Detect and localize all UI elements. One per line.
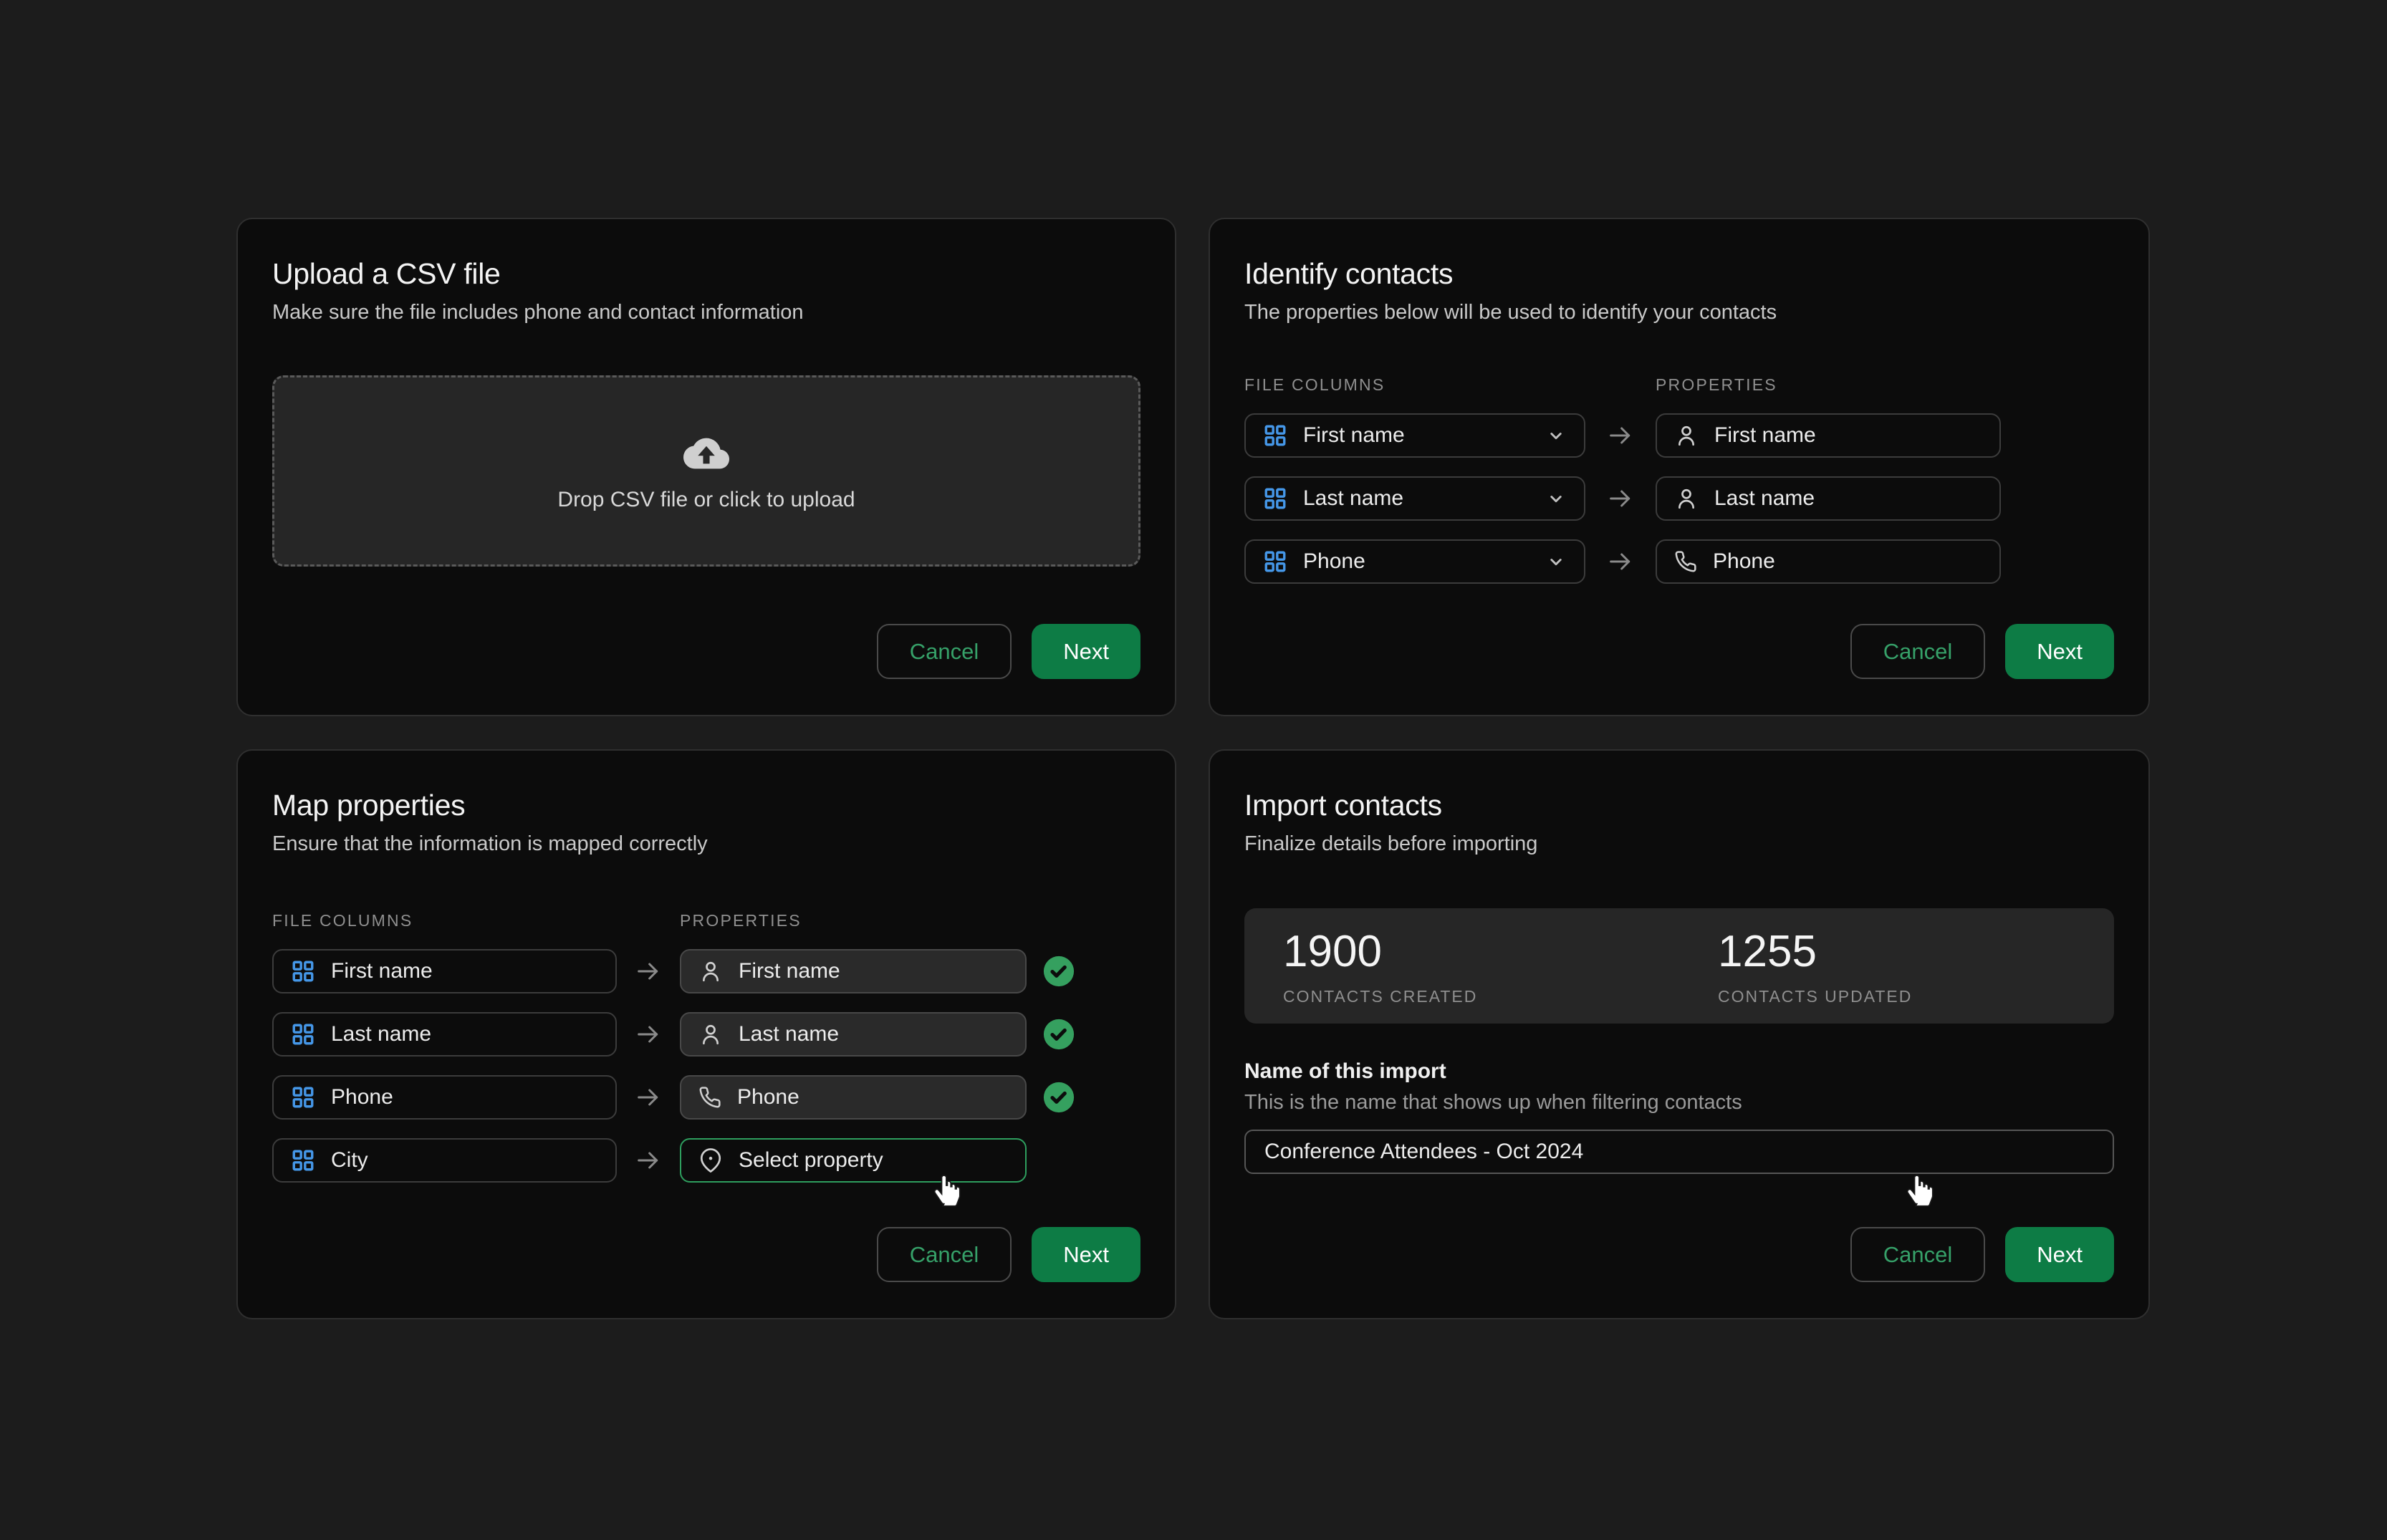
property-label: Phone <box>737 1085 799 1110</box>
file-column-field[interactable]: Phone <box>272 1075 617 1120</box>
stat-value: 1900 <box>1283 928 1679 976</box>
arrow-right-icon <box>1585 547 1656 576</box>
file-column-field[interactable]: First name <box>272 949 617 993</box>
check-circle-icon <box>1027 1081 1091 1114</box>
location-pin-icon <box>698 1148 723 1173</box>
arrow-right-icon <box>1585 484 1656 513</box>
file-column-label: City <box>331 1148 368 1173</box>
property-label: First name <box>739 959 840 983</box>
property-label: Phone <box>1713 549 1775 574</box>
cancel-button[interactable]: Cancel <box>877 1227 1012 1282</box>
page-title: Identify contacts <box>1244 256 2114 291</box>
import-name-input[interactable] <box>1244 1130 2114 1174</box>
import-name-help: This is the name that shows up when filt… <box>1244 1089 2114 1115</box>
person-icon <box>1674 423 1699 448</box>
file-column-select[interactable]: First name <box>1244 413 1585 458</box>
arrow-right-icon <box>617 1083 680 1112</box>
import-contacts-card: Import contacts Finalize details before … <box>1209 749 2150 1319</box>
map-properties-card: Map properties Ensure that the informati… <box>236 749 1176 1319</box>
chevron-down-icon <box>1545 551 1567 572</box>
cloud-upload-icon <box>683 430 730 471</box>
file-columns-header: FILE COLUMNS <box>272 911 617 930</box>
grid-icon <box>1263 423 1287 448</box>
next-button[interactable]: Next <box>1032 1227 1140 1282</box>
card-subtitle: Ensure that the information is mapped co… <box>272 831 1140 857</box>
import-contacts-flow-screen: Upload a CSV file Make sure the file inc… <box>0 0 2387 1540</box>
csv-dropzone[interactable]: Drop CSV file or click to upload <box>272 375 1140 567</box>
card-subtitle: Make sure the file includes phone and co… <box>272 299 1140 325</box>
upload-csv-card: Upload a CSV file Make sure the file inc… <box>236 218 1176 716</box>
card-subtitle: The properties below will be used to ide… <box>1244 299 2114 325</box>
chevron-down-icon <box>1545 425 1567 446</box>
phone-icon <box>698 1086 721 1109</box>
identify-contacts-card: Identify contacts The properties below w… <box>1209 218 2150 716</box>
next-button[interactable]: Next <box>1032 624 1140 679</box>
page-title: Upload a CSV file <box>272 256 1140 291</box>
file-column-label: Last name <box>331 1022 431 1046</box>
property-field[interactable]: Last name <box>1656 476 2001 521</box>
property-field[interactable]: First name <box>1656 413 2001 458</box>
file-column-select[interactable]: Last name <box>1244 476 1585 521</box>
next-button[interactable]: Next <box>2005 1227 2114 1282</box>
card-subtitle: Finalize details before importing <box>1244 831 2114 857</box>
property-label: First name <box>1714 423 1816 448</box>
arrow-right-icon <box>617 1146 680 1175</box>
cancel-button[interactable]: Cancel <box>1850 624 1986 679</box>
next-button[interactable]: Next <box>2005 624 2114 679</box>
page-title: Import contacts <box>1244 788 2114 822</box>
dropzone-label: Drop CSV file or click to upload <box>557 488 855 512</box>
file-column-label: Last name <box>1303 486 1403 511</box>
stat-contacts-created: 1900 CONTACTS CREATED <box>1244 908 1679 1006</box>
property-field[interactable]: First name <box>680 949 1027 993</box>
file-column-select[interactable]: Phone <box>1244 539 1585 584</box>
property-placeholder: Select property <box>739 1148 883 1173</box>
property-label: Last name <box>739 1022 839 1046</box>
phone-icon <box>1674 550 1697 573</box>
file-column-field[interactable]: Last name <box>272 1012 617 1057</box>
properties-header: PROPERTIES <box>1656 375 2001 395</box>
file-column-label: First name <box>331 959 433 983</box>
property-label: Last name <box>1714 486 1815 511</box>
properties-header: PROPERTIES <box>680 911 1027 930</box>
file-columns-header: FILE COLUMNS <box>1244 375 1585 395</box>
arrow-right-icon <box>617 1020 680 1049</box>
person-icon <box>698 959 723 983</box>
property-field[interactable]: Phone <box>680 1075 1027 1120</box>
grid-icon <box>1263 549 1287 574</box>
cancel-button[interactable]: Cancel <box>1850 1227 1986 1282</box>
person-icon <box>698 1022 723 1046</box>
person-icon <box>1674 486 1699 511</box>
grid-icon <box>1263 486 1287 511</box>
file-column-field[interactable]: City <box>272 1138 617 1183</box>
file-column-label: Phone <box>331 1085 393 1110</box>
page-title: Map properties <box>272 788 1140 822</box>
file-column-label: Phone <box>1303 549 1365 574</box>
stat-contacts-updated: 1255 CONTACTS UPDATED <box>1679 908 2114 1006</box>
import-name-label: Name of this import <box>1244 1058 2114 1085</box>
property-field[interactable]: Last name <box>680 1012 1027 1057</box>
chevron-down-icon <box>1545 488 1567 509</box>
grid-icon <box>291 1148 315 1173</box>
import-stats-panel: 1900 CONTACTS CREATED 1255 CONTACTS UPDA… <box>1244 908 2114 1024</box>
stat-value: 1255 <box>1718 928 2114 976</box>
property-field[interactable]: Phone <box>1656 539 2001 584</box>
arrow-right-icon <box>1585 421 1656 450</box>
property-select-open[interactable]: Select property <box>680 1138 1027 1183</box>
stat-label: CONTACTS CREATED <box>1283 987 1679 1006</box>
arrow-right-icon <box>617 957 680 986</box>
grid-icon <box>291 959 315 983</box>
file-column-label: First name <box>1303 423 1405 448</box>
grid-icon <box>291 1085 315 1110</box>
stat-label: CONTACTS UPDATED <box>1718 987 2114 1006</box>
check-circle-icon <box>1027 1018 1091 1051</box>
cancel-button[interactable]: Cancel <box>877 624 1012 679</box>
grid-icon <box>291 1022 315 1046</box>
check-circle-icon <box>1027 955 1091 988</box>
